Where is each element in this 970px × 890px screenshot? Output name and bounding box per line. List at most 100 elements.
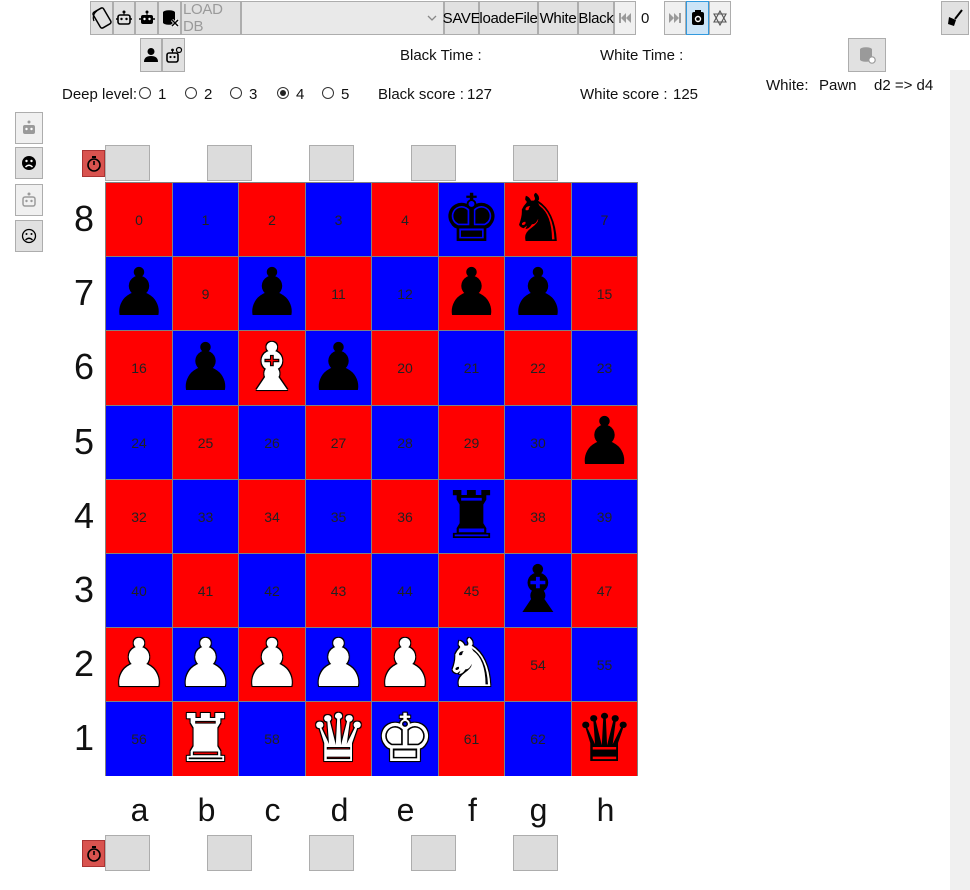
board-square-a5[interactable]: 24 bbox=[106, 406, 172, 479]
board-square-f1[interactable]: 61 bbox=[439, 702, 504, 776]
board-square-h3[interactable]: 47 bbox=[572, 554, 637, 627]
board-square-e5[interactable]: 28 bbox=[372, 406, 438, 479]
board-square-h8[interactable]: 7 bbox=[572, 183, 637, 256]
board-square-d1[interactable]: ♛ bbox=[306, 702, 371, 776]
robot-filled-button[interactable] bbox=[135, 1, 158, 35]
robot-player-button[interactable] bbox=[15, 112, 43, 144]
white-pawn-icon[interactable]: ♟ bbox=[106, 627, 172, 701]
black-knight-icon[interactable]: ♞ bbox=[505, 182, 571, 256]
board-square-d5[interactable]: 27 bbox=[306, 406, 371, 479]
black-pawn-icon[interactable]: ♟ bbox=[439, 256, 504, 330]
white-queen-icon[interactable]: ♛ bbox=[306, 702, 371, 776]
black-pawn-icon[interactable]: ♟ bbox=[106, 256, 172, 330]
board-square-g6[interactable]: 22 bbox=[505, 331, 571, 405]
camera-button[interactable] bbox=[686, 1, 709, 35]
board-square-f5[interactable]: 29 bbox=[439, 406, 504, 479]
board-square-c5[interactable]: 26 bbox=[239, 406, 305, 479]
black-pawn-icon[interactable]: ♟ bbox=[306, 331, 371, 405]
rotate-board-button[interactable] bbox=[90, 1, 113, 35]
board-square-b5[interactable]: 25 bbox=[173, 406, 238, 479]
database-combobox[interactable] bbox=[241, 1, 444, 35]
white-bishop-icon[interactable]: ♝ bbox=[239, 331, 305, 405]
white-button[interactable]: White bbox=[538, 1, 578, 35]
board-square-h1[interactable]: ♛ bbox=[572, 702, 637, 776]
robot-outline-button[interactable] bbox=[113, 1, 135, 35]
board-square-e4[interactable]: 36 bbox=[372, 480, 438, 553]
board-square-b3[interactable]: 41 bbox=[173, 554, 238, 627]
board-square-c3[interactable]: 42 bbox=[239, 554, 305, 627]
board-square-a2[interactable]: ♟ bbox=[106, 627, 172, 701]
black-pawn-icon[interactable]: ♟ bbox=[173, 331, 238, 405]
board-square-f3[interactable]: 45 bbox=[439, 554, 504, 627]
save-button[interactable]: SAVE bbox=[443, 1, 481, 35]
board-square-d4[interactable]: 35 bbox=[306, 480, 371, 553]
board-square-f7[interactable]: ♟ bbox=[439, 256, 504, 330]
board-square-f2[interactable]: ♞ bbox=[439, 627, 504, 701]
board-square-g4[interactable]: 38 bbox=[505, 480, 571, 553]
board-square-h7[interactable]: 15 bbox=[572, 257, 637, 330]
board-square-d6[interactable]: ♟ bbox=[306, 331, 371, 405]
board-square-h5[interactable]: ♟ bbox=[572, 405, 637, 479]
white-knight-icon[interactable]: ♞ bbox=[439, 627, 504, 701]
black-pawn-icon[interactable]: ♟ bbox=[239, 256, 305, 330]
board-square-g3[interactable]: ♝ bbox=[505, 553, 571, 627]
board-square-a4[interactable]: 32 bbox=[106, 480, 172, 553]
skip-last-button[interactable] bbox=[664, 1, 686, 35]
sad-face-black-button[interactable] bbox=[15, 147, 43, 179]
broom-button[interactable] bbox=[941, 1, 969, 35]
deep-level-radio-4[interactable] bbox=[277, 87, 289, 99]
board-square-d2[interactable]: ♟ bbox=[306, 627, 371, 701]
board-square-g8[interactable]: ♞ bbox=[505, 182, 571, 256]
white-pawn-icon[interactable]: ♟ bbox=[372, 627, 438, 701]
sad-face-white-button[interactable] bbox=[15, 220, 43, 252]
board-square-c6[interactable]: ♝ bbox=[239, 331, 305, 405]
database-delete-button[interactable] bbox=[158, 1, 181, 35]
deep-level-radio-3[interactable] bbox=[230, 87, 242, 99]
deep-level-radio-5[interactable] bbox=[322, 87, 334, 99]
person-button[interactable] bbox=[140, 38, 162, 72]
board-square-b6[interactable]: ♟ bbox=[173, 331, 238, 405]
board-square-b4[interactable]: 33 bbox=[173, 480, 238, 553]
board-square-e8[interactable]: 4 bbox=[372, 183, 438, 256]
board-square-h2[interactable]: 55 bbox=[572, 628, 637, 701]
board-square-d3[interactable]: 43 bbox=[306, 554, 371, 627]
board-square-e6[interactable]: 20 bbox=[372, 331, 438, 405]
deep-level-radio-2[interactable] bbox=[185, 87, 197, 99]
board-square-c1[interactable]: 58 bbox=[239, 702, 305, 776]
board-square-a7[interactable]: ♟ bbox=[106, 256, 172, 330]
board-square-e2[interactable]: ♟ bbox=[372, 627, 438, 701]
board-square-f4[interactable]: ♜ bbox=[439, 479, 504, 553]
black-button[interactable]: Black bbox=[578, 1, 614, 35]
database-refresh-button[interactable] bbox=[848, 38, 886, 72]
black-bishop-icon[interactable]: ♝ bbox=[505, 553, 571, 627]
board-square-a8[interactable]: 0 bbox=[106, 183, 172, 256]
black-rook-icon[interactable]: ♜ bbox=[439, 479, 504, 553]
board-square-a1[interactable]: 56 bbox=[106, 702, 172, 776]
load-file-button[interactable]: loadeFile bbox=[479, 1, 538, 35]
skip-first-button[interactable] bbox=[614, 1, 636, 35]
board-square-d7[interactable]: 11 bbox=[306, 257, 371, 330]
robot-outline-player-button[interactable] bbox=[15, 184, 43, 216]
board-square-e3[interactable]: 44 bbox=[372, 554, 438, 627]
board-square-c2[interactable]: ♟ bbox=[239, 627, 305, 701]
board-square-g1[interactable]: 62 bbox=[505, 702, 571, 776]
board-square-b7[interactable]: 9 bbox=[173, 257, 238, 330]
board-square-c4[interactable]: 34 bbox=[239, 480, 305, 553]
vertical-scrollbar[interactable] bbox=[950, 70, 970, 890]
load-db-button[interactable]: LOAD DB bbox=[181, 1, 241, 35]
board-square-c8[interactable]: 2 bbox=[239, 183, 305, 256]
black-king-icon[interactable]: ♚ bbox=[439, 182, 504, 256]
board-square-h4[interactable]: 39 bbox=[572, 480, 637, 553]
board-square-a6[interactable]: 16 bbox=[106, 331, 172, 405]
deep-level-radio-1[interactable] bbox=[139, 87, 151, 99]
board-square-g7[interactable]: ♟ bbox=[505, 256, 571, 330]
board-square-g5[interactable]: 30 bbox=[505, 406, 571, 479]
board-square-b8[interactable]: 1 bbox=[173, 183, 238, 256]
board-square-h6[interactable]: 23 bbox=[572, 331, 637, 405]
board-square-f8[interactable]: ♚ bbox=[439, 182, 504, 256]
board-square-f6[interactable]: 21 bbox=[439, 331, 504, 405]
white-rook-icon[interactable]: ♜ bbox=[173, 702, 238, 776]
board-square-e1[interactable]: ♚ bbox=[372, 702, 438, 776]
black-queen-icon[interactable]: ♛ bbox=[572, 702, 637, 776]
white-king-icon[interactable]: ♚ bbox=[372, 702, 438, 776]
